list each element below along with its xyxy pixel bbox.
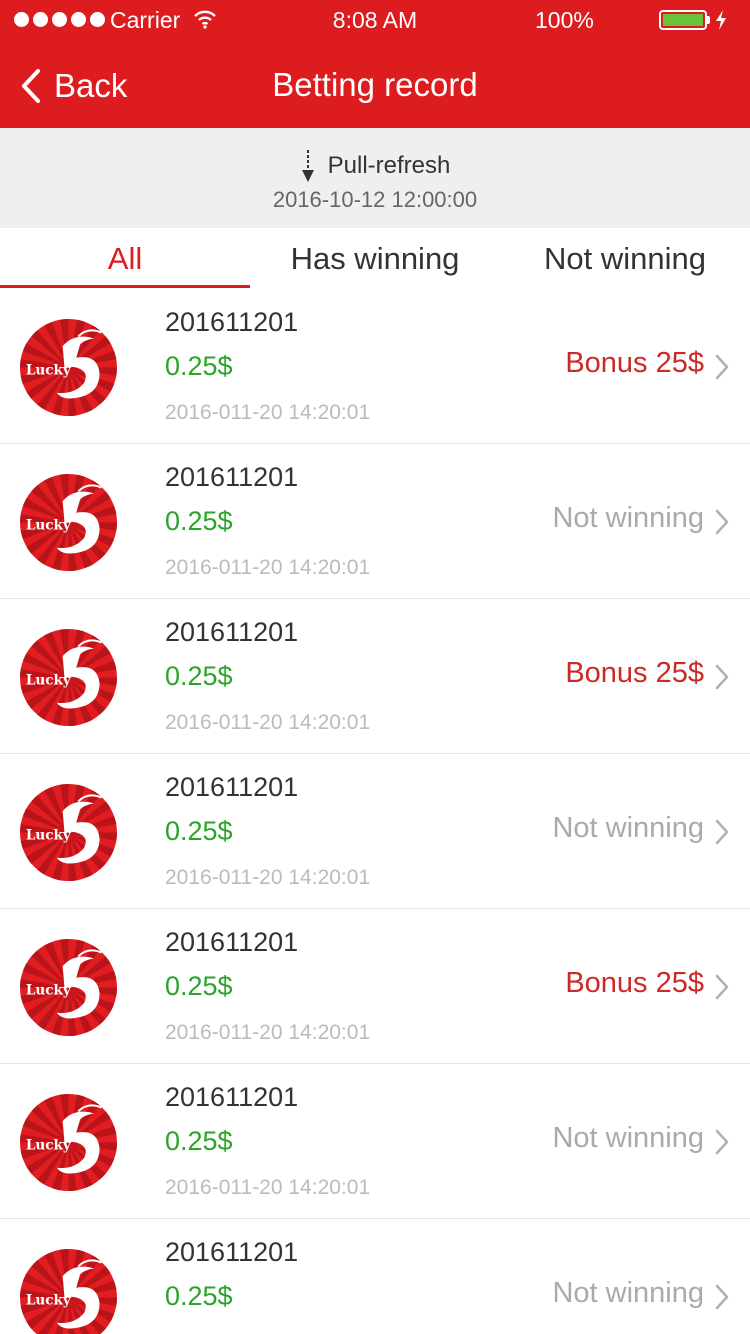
lucky-5-logo: Lucky [20, 629, 117, 726]
record-result: Not winning [552, 1277, 704, 1309]
logo-text: Lucky [26, 827, 72, 843]
down-arrow-icon [301, 150, 314, 182]
pull-refresh-label: Pull-refresh [327, 152, 451, 179]
record-id: 201611201 [165, 772, 299, 802]
chevron-right-icon [715, 354, 729, 380]
lucky-5-logo: Lucky [20, 1249, 117, 1334]
lucky-5-logo: Lucky [20, 784, 117, 881]
record-amount: 0.25$ [165, 506, 233, 536]
battery-icon [659, 10, 707, 30]
record-result: Bonus 25$ [565, 967, 704, 999]
chevron-right-icon [715, 819, 729, 845]
record-row[interactable]: Lucky 201611201 0.25$ 2016-011-20 14:20:… [0, 909, 750, 1064]
record-row[interactable]: Lucky 201611201 0.25$ 2016-011-20 14:20:… [0, 289, 750, 444]
record-id: 201611201 [165, 1082, 299, 1112]
chevron-right-icon [715, 974, 729, 1000]
logo-text: Lucky [26, 1137, 72, 1153]
record-row[interactable]: Lucky 201611201 0.25$ 2016-011-20 14:20:… [0, 754, 750, 909]
page-title: Betting record [272, 66, 478, 103]
chevron-right-icon [715, 509, 729, 535]
logo-text: Lucky [26, 362, 72, 378]
status-time: 8:08 AM [332, 7, 418, 33]
record-row[interactable]: Lucky 201611201 0.25$ 2016-011-20 14:20:… [0, 599, 750, 754]
lucky-5-logo: Lucky [20, 939, 117, 1036]
record-id: 201611201 [165, 1237, 299, 1267]
record-id: 201611201 [165, 617, 299, 647]
charging-bolt-icon [716, 10, 726, 30]
tab-not-winning[interactable]: Not winning [500, 228, 750, 290]
record-time: 2016-011-20 14:20:01 [165, 1021, 371, 1044]
status-bar: Carrier 8:08 AM 100% [0, 0, 750, 40]
record-amount: 0.25$ [165, 816, 233, 846]
chevron-right-icon [715, 1284, 729, 1310]
record-amount: 0.25$ [165, 1126, 233, 1156]
chevron-right-icon [715, 664, 729, 690]
record-result: Bonus 25$ [565, 657, 704, 689]
battery-level [663, 14, 703, 26]
record-time: 2016-011-20 14:20:01 [165, 556, 371, 579]
pull-refresh-line: Pull-refresh [0, 148, 750, 184]
record-result: Not winning [552, 502, 704, 534]
last-refresh-time: 2016-10-12 12:00:00 [272, 187, 478, 212]
betting-record-list: Lucky 201611201 0.25$ 2016-011-20 14:20:… [0, 289, 750, 1334]
record-time: 2016-011-20 14:20:01 [165, 1176, 371, 1199]
record-row[interactable]: Lucky 201611201 0.25$ 2016-011-20 14:20:… [0, 1219, 750, 1334]
lucky-5-logo: Lucky [20, 319, 117, 416]
tab-all[interactable]: All [0, 228, 250, 290]
record-result: Not winning [552, 812, 704, 844]
logo-text: Lucky [26, 517, 72, 533]
logo-text: Lucky [26, 672, 72, 688]
lucky-5-logo: Lucky [20, 474, 117, 571]
record-amount: 0.25$ [165, 1281, 233, 1311]
record-amount: 0.25$ [165, 351, 233, 381]
logo-text: Lucky [26, 982, 72, 998]
pull-refresh-header: Pull-refresh 2016-10-12 12:00:00 [0, 128, 750, 228]
chevron-right-icon [715, 1129, 729, 1155]
record-row[interactable]: Lucky 201611201 0.25$ 2016-011-20 14:20:… [0, 1064, 750, 1219]
record-time: 2016-011-20 14:20:01 [165, 401, 371, 424]
lucky-5-logo: Lucky [20, 1094, 117, 1191]
logo-text: Lucky [26, 1292, 72, 1308]
record-id: 201611201 [165, 927, 299, 957]
record-amount: 0.25$ [165, 661, 233, 691]
record-result: Bonus 25$ [565, 347, 704, 379]
record-id: 201611201 [165, 307, 299, 337]
battery-percent: 100% [535, 7, 594, 33]
record-time: 2016-011-20 14:20:01 [165, 866, 371, 889]
tab-has-winning[interactable]: Has winning [250, 228, 500, 290]
filter-tabs: All Has winning Not winning [0, 228, 750, 290]
record-amount: 0.25$ [165, 971, 233, 1001]
active-tab-indicator [0, 285, 250, 288]
record-result: Not winning [552, 1122, 704, 1154]
app-header: Carrier 8:08 AM 100% Back Betting record [0, 0, 750, 128]
record-time: 2016-011-20 14:20:01 [165, 711, 371, 734]
record-row[interactable]: Lucky 201611201 0.25$ 2016-011-20 14:20:… [0, 444, 750, 599]
record-id: 201611201 [165, 462, 299, 492]
battery-nub [707, 16, 710, 24]
